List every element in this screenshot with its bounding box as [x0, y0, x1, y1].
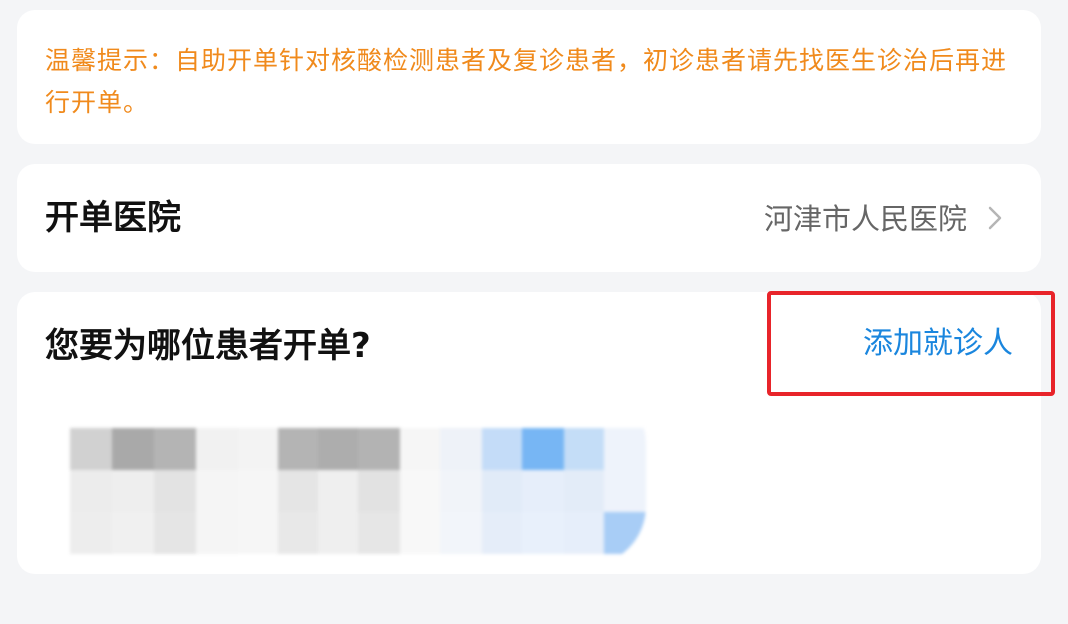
redacted-patient-info [30, 384, 646, 566]
hospital-value: 河津市人民医院 [763, 202, 967, 236]
hospital-label: 开单医院 [45, 198, 181, 238]
notice-card: 温馨提示：自助开单针对核酸检测患者及复诊患者，初诊患者请先找医生诊治后再进行开单… [17, 10, 1041, 144]
chevron-right-icon [988, 206, 1002, 230]
notice-text: 温馨提示：自助开单针对核酸检测患者及复诊患者，初诊患者请先找医生诊治后再进行开单… [45, 46, 1008, 117]
add-patient-button[interactable]: 添加就诊人 [863, 324, 1013, 364]
patient-section-title: 您要为哪位患者开单? [45, 326, 371, 366]
hospital-row[interactable]: 开单医院 河津市人民医院 [17, 164, 1041, 272]
